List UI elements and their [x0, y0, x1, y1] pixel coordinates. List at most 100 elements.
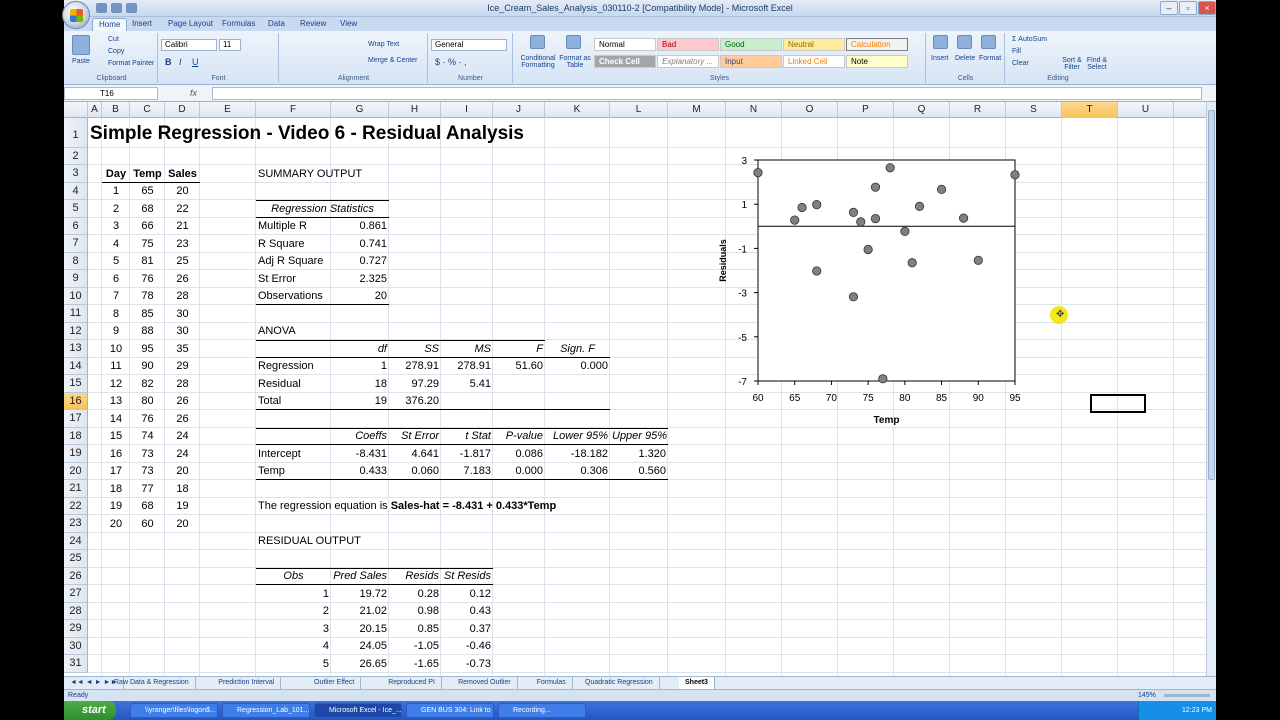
- reg-stat-label[interactable]: Multiple R: [258, 218, 329, 235]
- tab-review[interactable]: Review: [294, 18, 332, 31]
- office-button[interactable]: [62, 1, 90, 29]
- anova-cell[interactable]: [547, 376, 608, 393]
- column-header-c[interactable]: C: [130, 102, 165, 118]
- coef-cell[interactable]: 0.433: [333, 463, 387, 480]
- data-cell[interactable]: 77: [132, 481, 163, 498]
- row-header-21[interactable]: 21: [64, 480, 88, 498]
- quick-access-toolbar[interactable]: [96, 3, 141, 15]
- style-bad[interactable]: Bad: [657, 38, 719, 51]
- row-header-29[interactable]: 29: [64, 620, 88, 638]
- column-header-a[interactable]: A: [88, 102, 102, 118]
- sheet-tab[interactable]: Sheet3: [679, 677, 715, 689]
- coef-header[interactable]: Lower 95%: [547, 428, 608, 445]
- anova-header[interactable]: F: [495, 341, 543, 358]
- summary-title[interactable]: SUMMARY OUTPUT: [258, 166, 658, 183]
- data-cell[interactable]: 73: [132, 463, 163, 480]
- column-header-e[interactable]: E: [200, 102, 256, 118]
- data-cell[interactable]: 66: [132, 218, 163, 235]
- column-header-o[interactable]: O: [782, 102, 838, 118]
- residual-cell[interactable]: 19.72: [333, 586, 387, 603]
- data-cell[interactable]: 73: [132, 446, 163, 463]
- column-header-s[interactable]: S: [1006, 102, 1062, 118]
- zoom-level[interactable]: 145%: [1138, 690, 1156, 701]
- data-cell[interactable]: 2: [104, 201, 128, 218]
- data-cell[interactable]: 12: [104, 376, 128, 393]
- coef-cell[interactable]: Intercept: [258, 446, 329, 463]
- residual-title[interactable]: RESIDUAL OUTPUT: [258, 533, 658, 550]
- data-cell[interactable]: 20: [167, 463, 198, 480]
- row-header-2[interactable]: 2: [64, 147, 88, 165]
- sheet-tab[interactable]: Formulas: [531, 677, 573, 689]
- active-cell-selection[interactable]: [1090, 394, 1146, 413]
- data-cell[interactable]: 26: [167, 271, 198, 288]
- close-button[interactable]: ×: [1198, 1, 1216, 15]
- regression-equation[interactable]: The regression equation is Sales-hat = -…: [258, 498, 658, 515]
- delete-cells-button[interactable]: Delete: [955, 55, 975, 62]
- anova-header[interactable]: Sign. F: [547, 341, 608, 358]
- residual-cell[interactable]: -0.46: [443, 638, 491, 655]
- column-header-u[interactable]: U: [1118, 102, 1174, 118]
- data-cell[interactable]: 95: [132, 341, 163, 358]
- data-cell[interactable]: 20: [167, 183, 198, 200]
- residual-cell[interactable]: -1.65: [391, 656, 439, 673]
- tab-data[interactable]: Data: [262, 18, 291, 31]
- coef-cell[interactable]: -1.817: [443, 446, 491, 463]
- column-header-h[interactable]: H: [389, 102, 441, 118]
- residual-header[interactable]: St Resids: [443, 568, 491, 585]
- style-note[interactable]: Note: [846, 55, 908, 68]
- row-header-11[interactable]: 11: [64, 305, 88, 323]
- data-cell[interactable]: 35: [167, 341, 198, 358]
- reg-stat-value[interactable]: 20: [333, 288, 387, 305]
- data-cell[interactable]: 9: [104, 323, 128, 340]
- style-linked-cell[interactable]: Linked Cell: [783, 55, 845, 68]
- column-header-b[interactable]: B: [102, 102, 130, 118]
- anova-cell[interactable]: 18: [333, 376, 387, 393]
- style-neutral[interactable]: Neutral: [783, 38, 845, 51]
- select-all-corner[interactable]: [64, 102, 88, 118]
- sheet-title[interactable]: Simple Regression - Video 6 - Residual A…: [90, 122, 524, 146]
- redo-icon[interactable]: [126, 3, 137, 13]
- anova-cell[interactable]: [495, 393, 543, 410]
- data-cell[interactable]: 19: [167, 498, 198, 515]
- row-header-30[interactable]: 30: [64, 637, 88, 655]
- coef-cell[interactable]: 1.320: [612, 446, 666, 463]
- data-cell[interactable]: 15: [104, 428, 128, 445]
- formula-input[interactable]: [212, 87, 1202, 100]
- residual-header[interactable]: Obs: [258, 568, 329, 585]
- data-cell[interactable]: 5: [104, 253, 128, 270]
- reg-stat-value[interactable]: 0.727: [333, 253, 387, 270]
- residual-cell[interactable]: 0.43: [443, 603, 491, 620]
- row-header-31[interactable]: 31: [64, 655, 88, 673]
- font-size-select[interactable]: 11: [219, 39, 241, 51]
- row-header-7[interactable]: 7: [64, 235, 88, 253]
- data-cell[interactable]: 30: [167, 306, 198, 323]
- data-cell[interactable]: 7: [104, 288, 128, 305]
- data-cell[interactable]: 82: [132, 376, 163, 393]
- reg-stat-label[interactable]: St Error: [258, 271, 329, 288]
- column-header-d[interactable]: D: [165, 102, 200, 118]
- reg-stat-value[interactable]: 2.325: [333, 271, 387, 288]
- data-cell[interactable]: 68: [132, 498, 163, 515]
- style-input[interactable]: Input: [720, 55, 782, 68]
- row-header-22[interactable]: 22: [64, 497, 88, 515]
- format-cells-icon[interactable]: [981, 35, 996, 49]
- anova-cell[interactable]: 0.000: [547, 358, 608, 375]
- row-header-12[interactable]: 12: [64, 322, 88, 340]
- format-as-table-button[interactable]: Format as Table: [558, 55, 592, 69]
- autosum-button[interactable]: Σ AutoSum: [1012, 36, 1047, 43]
- data-cell[interactable]: 18: [104, 481, 128, 498]
- column-header-t[interactable]: T: [1062, 102, 1118, 118]
- data-cell[interactable]: 68: [132, 201, 163, 218]
- data-cell[interactable]: 76: [132, 271, 163, 288]
- data-cell[interactable]: 24: [167, 428, 198, 445]
- italic-button[interactable]: I: [179, 57, 182, 67]
- column-header-g[interactable]: G: [331, 102, 389, 118]
- residual-cell[interactable]: 26.65: [333, 656, 387, 673]
- currency-button[interactable]: $ · % · ,: [435, 57, 467, 67]
- residual-cell[interactable]: 0.98: [391, 603, 439, 620]
- data-cell[interactable]: 23: [167, 236, 198, 253]
- column-header-q[interactable]: Q: [894, 102, 950, 118]
- copy-button[interactable]: Copy: [108, 48, 124, 55]
- format-cells-button[interactable]: Format: [979, 55, 1001, 62]
- anova-cell[interactable]: 19: [333, 393, 387, 410]
